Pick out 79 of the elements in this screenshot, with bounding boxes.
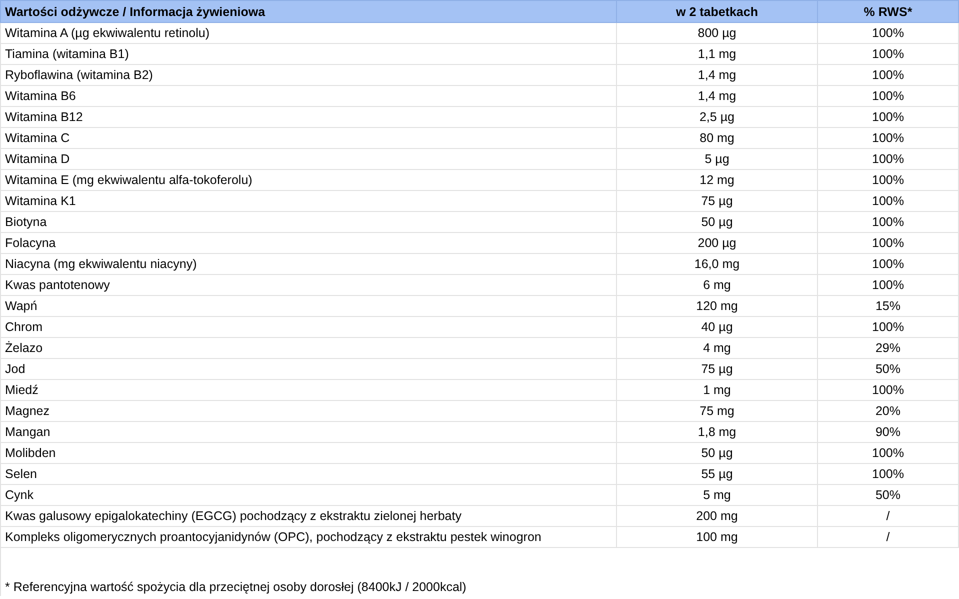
table-cell: 200 µg: [616, 232, 818, 254]
table-cell: 80 mg: [616, 128, 818, 148]
table-cell: Mangan: [0, 422, 616, 442]
table-cell: 200 mg: [616, 506, 818, 526]
table-cell: 50 µg: [616, 442, 818, 464]
table-cell: 100%: [818, 212, 958, 232]
table-cell: Miedź: [0, 380, 616, 400]
table-cell: 50%: [818, 358, 958, 380]
table-cell: 15%: [818, 296, 958, 316]
table-cell: Kwas pantotenowy: [0, 274, 616, 296]
table-cell: 50%: [818, 484, 958, 506]
table-cell: 100%: [818, 232, 958, 254]
table-cell: 29%: [818, 338, 958, 358]
table-cell: 100%: [818, 44, 958, 64]
table-cell: Cynk: [0, 484, 616, 506]
table-cell: Witamina D: [0, 148, 616, 170]
table-cell: 100%: [818, 464, 958, 484]
table-cell: 100%: [818, 86, 958, 106]
table-cell: 75 µg: [616, 358, 818, 380]
table-cell: Biotyna: [0, 212, 616, 232]
table-cell: 100%: [818, 442, 958, 464]
table-cell: 120 mg: [616, 296, 818, 316]
table-cell: 100%: [818, 106, 958, 128]
table-cell: /: [818, 506, 958, 526]
table-cell: Kompleks oligomerycznych proantocyjanidynów (OPC), pochodzący z ekstraktu pestek winogron: [0, 526, 616, 548]
table-cell: 40 µg: [616, 316, 818, 338]
table-cell: 100%: [818, 190, 958, 212]
table-cell: Witamina A (µg ekwiwalentu retinolu): [0, 22, 616, 44]
table-cell: Witamina B6: [0, 86, 616, 106]
table-cell: 100%: [818, 64, 958, 86]
table-cell: Witamina E (mg ekwiwalentu alfa-tokoferolu): [0, 170, 616, 190]
table-cell: 100%: [818, 274, 958, 296]
table-cell: 100%: [818, 128, 958, 148]
table-cell: 75 µg: [616, 190, 818, 212]
table-cell: 55 µg: [616, 464, 818, 484]
table-cell: Jod: [0, 358, 616, 380]
table-cell: 50 µg: [616, 212, 818, 232]
table-cell: Witamina C: [0, 128, 616, 148]
table-cell: 5 µg: [616, 148, 818, 170]
column-header: % RWS*: [818, 0, 958, 22]
table-cell: 5 mg: [616, 484, 818, 506]
table-cell: Tiamina (witamina B1): [0, 44, 616, 64]
column-header: Wartości odżywcze / Informacja żywieniowa: [0, 0, 616, 22]
table-cell: Molibden: [0, 442, 616, 464]
table-cell: 100%: [818, 170, 958, 190]
table-cell: 1,1 mg: [616, 44, 818, 64]
table-cell: 100 mg: [616, 526, 818, 548]
table-cell: 1,4 mg: [616, 86, 818, 106]
table-cell: 90%: [818, 422, 958, 442]
table-cell: 16,0 mg: [616, 254, 818, 274]
table-cell: /: [818, 526, 958, 548]
table-cell: Witamina B12: [0, 106, 616, 128]
table-cell: 12 mg: [616, 170, 818, 190]
table-cell: 75 mg: [616, 400, 818, 422]
table-cell: Witamina K1: [0, 190, 616, 212]
table-cell: Chrom: [0, 316, 616, 338]
table-cell: 800 µg: [616, 22, 818, 44]
table-cell: Magnez: [0, 400, 616, 422]
table-cell: 20%: [818, 400, 958, 422]
table-cell: 100%: [818, 148, 958, 170]
table-cell: 4 mg: [616, 338, 818, 358]
table-cell: 1,8 mg: [616, 422, 818, 442]
table-cell: 100%: [818, 380, 958, 400]
table-cell: Selen: [0, 464, 616, 484]
table-cell: Żelazo: [0, 338, 616, 358]
table-cell: 100%: [818, 254, 958, 274]
table-cell: Ryboflawina (witamina B2): [0, 64, 616, 86]
table-cell: Kwas galusowy epigalokatechiny (EGCG) pochodzący z ekstraktu zielonej herbaty: [0, 506, 616, 526]
footnote: * Referencyjna wartość spożycia dla przeciętnej osoby dorosłej (8400kJ / 2000kcal): [0, 548, 958, 596]
table-cell: Wapń: [0, 296, 616, 316]
column-header: w 2 tabetkach: [616, 0, 818, 22]
table-cell: Niacyna (mg ekwiwalentu niacyny): [0, 254, 616, 274]
table-cell: 100%: [818, 316, 958, 338]
table-cell: 1,4 mg: [616, 64, 818, 86]
table-cell: Folacyna: [0, 232, 616, 254]
table-cell: 1 mg: [616, 380, 818, 400]
table-cell: 100%: [818, 22, 958, 44]
table-cell: 2,5 µg: [616, 106, 818, 128]
table-cell: 6 mg: [616, 274, 818, 296]
